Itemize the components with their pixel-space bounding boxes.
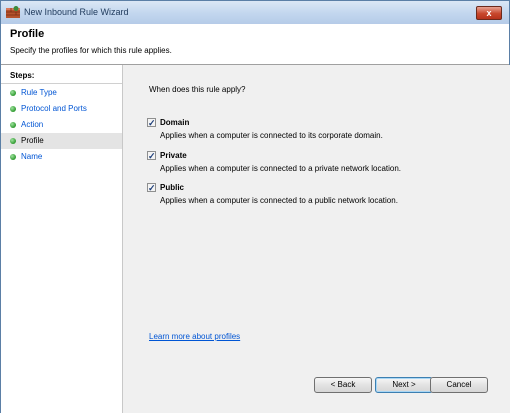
steps-panel: Steps: Rule Type Protocol and Ports Acti… (1, 65, 123, 413)
public-description: Applies when a computer is connected to … (160, 196, 398, 205)
step-complete-icon (10, 106, 16, 112)
step-name[interactable]: Name (1, 149, 122, 165)
firewall-icon (6, 6, 20, 18)
window-title: New Inbound Rule Wizard (24, 7, 129, 17)
page-subtitle: Specify the profiles for which this rule… (10, 46, 172, 55)
step-label: Protocol and Ports (21, 104, 87, 113)
domain-label[interactable]: Domain (160, 118, 189, 127)
page-header: Profile Specify the profiles for which t… (1, 24, 509, 65)
step-profile[interactable]: Profile (1, 133, 122, 149)
close-button[interactable]: x (476, 6, 502, 20)
page-title: Profile (10, 28, 45, 40)
step-label: Profile (21, 136, 44, 145)
private-description: Applies when a computer is connected to … (160, 164, 402, 173)
step-complete-icon (10, 90, 16, 96)
public-label[interactable]: Public (160, 183, 184, 192)
private-label[interactable]: Private (160, 151, 187, 160)
private-checkbox[interactable]: ✓ (147, 151, 156, 161)
domain-description: Applies when a computer is connected to … (160, 131, 383, 140)
question-text: When does this rule apply? (149, 85, 246, 94)
step-pending-icon (10, 154, 16, 160)
cancel-button[interactable]: Cancel (430, 377, 488, 393)
step-label: Action (21, 120, 44, 129)
step-protocol-ports[interactable]: Protocol and Ports (1, 101, 122, 117)
step-action[interactable]: Action (1, 117, 122, 133)
next-button[interactable]: Next > (375, 377, 433, 393)
step-label: Name (21, 152, 43, 161)
step-label: Rule Type (21, 88, 57, 97)
learn-more-link[interactable]: Learn more about profiles (149, 332, 240, 341)
step-rule-type[interactable]: Rule Type (1, 85, 122, 101)
wizard-window: New Inbound Rule Wizard x Profile Specif… (0, 0, 510, 413)
domain-checkbox[interactable]: ✓ (147, 118, 156, 128)
public-checkbox[interactable]: ✓ (147, 183, 156, 193)
back-button[interactable]: < Back (314, 377, 372, 393)
close-icon: x (486, 8, 492, 18)
steps-title: Steps: (1, 69, 122, 84)
step-current-icon (10, 138, 16, 144)
main-panel: When does this rule apply? ✓ Domain Appl… (123, 65, 510, 413)
title-bar[interactable]: New Inbound Rule Wizard x (1, 1, 509, 25)
step-complete-icon (10, 122, 16, 128)
